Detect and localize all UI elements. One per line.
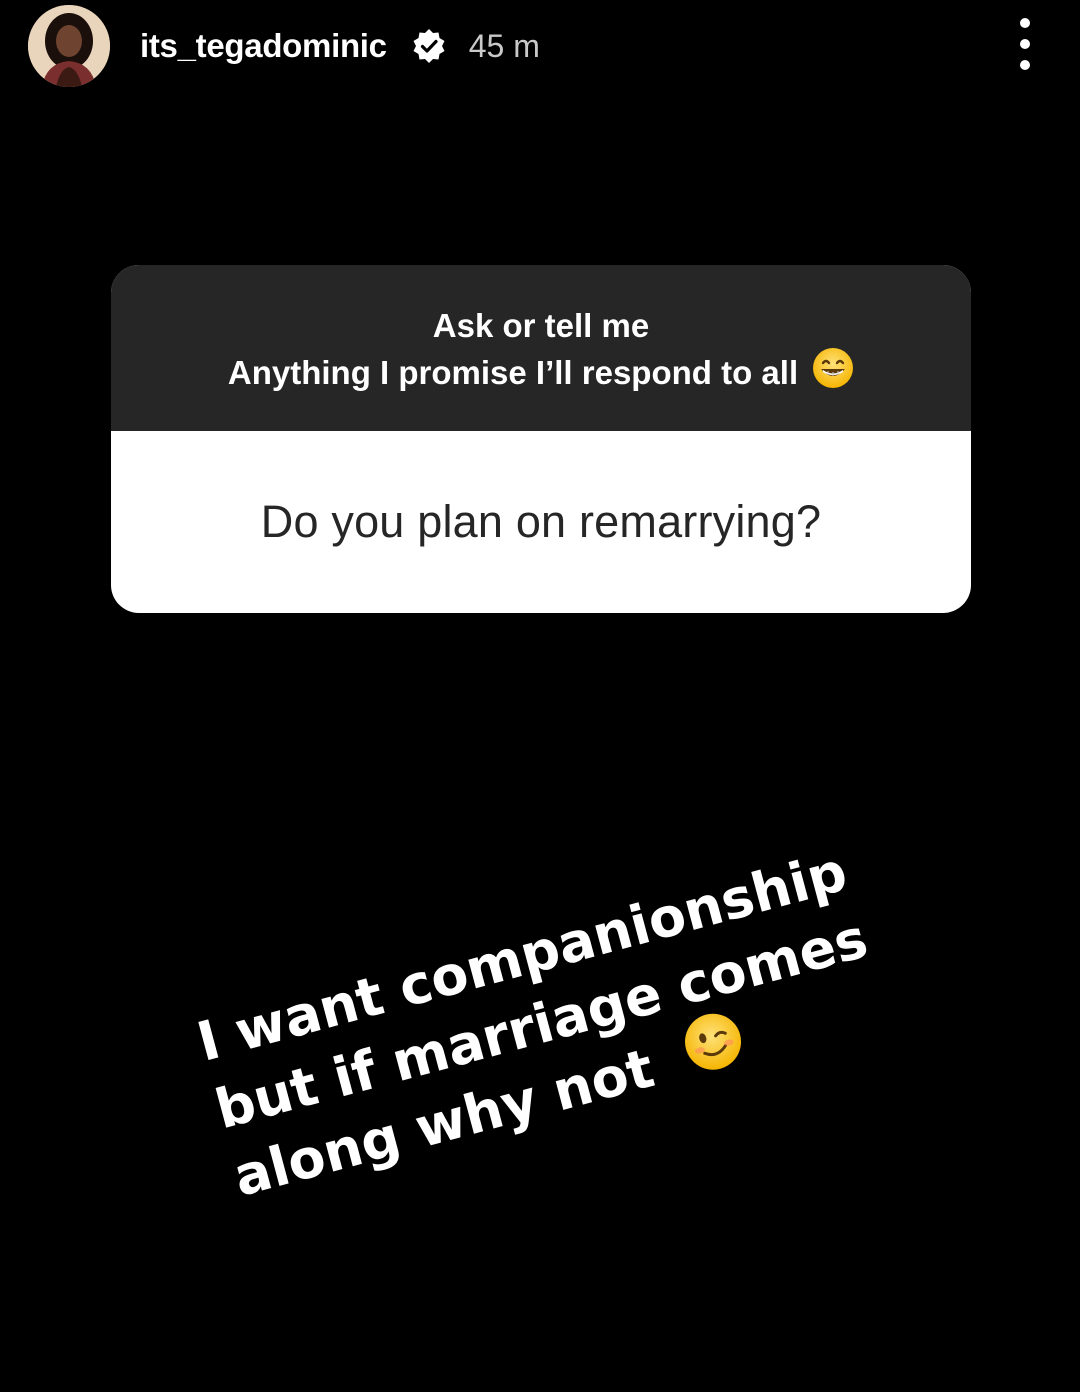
more-options-icon[interactable] bbox=[1010, 18, 1040, 70]
winking-face-emoji-icon bbox=[678, 1006, 753, 1093]
question-sticker-answer: Do you plan on remarrying? bbox=[111, 431, 971, 613]
prompt-line-1: Ask or tell me bbox=[432, 306, 650, 344]
story-header: its_tegadominic 45 m bbox=[28, 4, 1040, 88]
story-timestamp: 45 m bbox=[468, 27, 540, 64]
more-dot bbox=[1020, 39, 1030, 49]
verified-badge-icon bbox=[411, 28, 447, 64]
prompt-line-2: Anything I promise I’ll respond to all bbox=[227, 354, 799, 391]
prompt-line-2-wrap: Anything I promise I’ll respond to all bbox=[228, 347, 854, 399]
question-text: Do you plan on remarrying? bbox=[260, 496, 822, 547]
more-dot bbox=[1020, 60, 1030, 70]
username[interactable]: its_tegadominic bbox=[140, 27, 387, 65]
question-sticker[interactable]: Ask or tell me Anything I promise I’ll r… bbox=[111, 265, 971, 613]
grinning-face-emoji-icon bbox=[812, 347, 854, 399]
more-dot bbox=[1020, 18, 1030, 28]
story-viewer: its_tegadominic 45 m Ask or tell me Anyt… bbox=[0, 0, 1080, 1392]
avatar[interactable] bbox=[28, 5, 110, 87]
reply-text: I want companionship but if marriage com… bbox=[190, 836, 895, 1218]
question-sticker-prompt: Ask or tell me Anything I promise I’ll r… bbox=[111, 265, 971, 431]
